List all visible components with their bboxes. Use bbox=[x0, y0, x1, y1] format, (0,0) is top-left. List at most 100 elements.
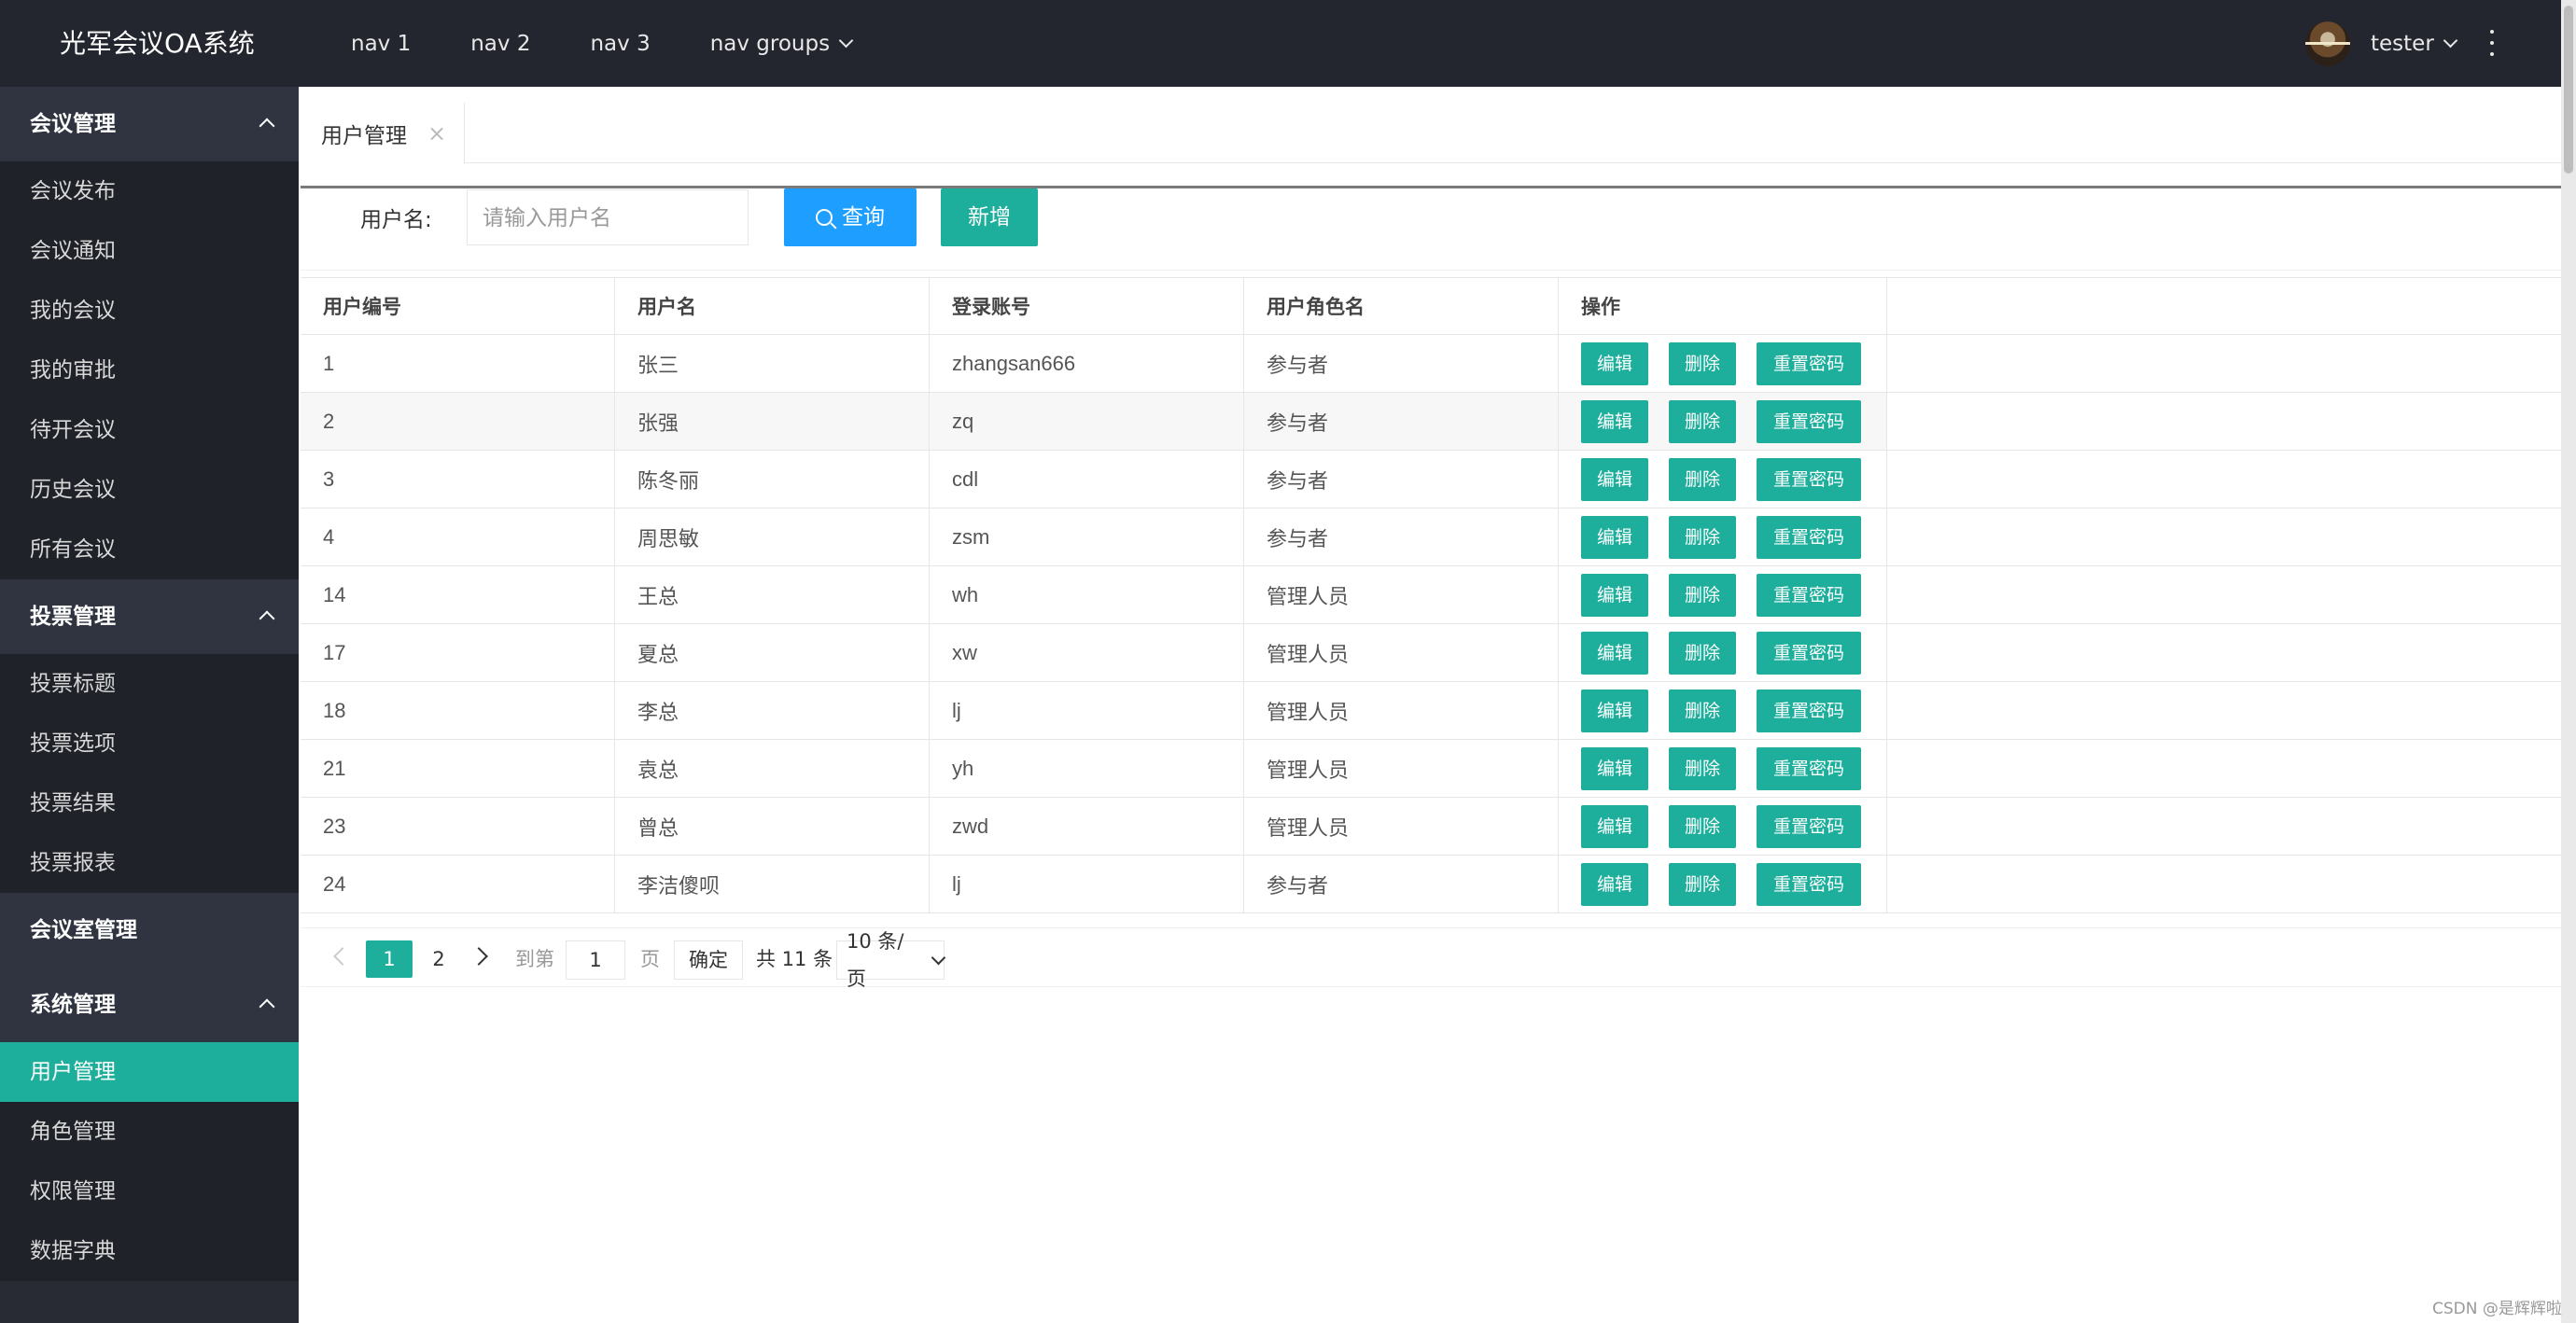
more-vertical-icon[interactable] bbox=[2490, 30, 2496, 56]
edit-button[interactable]: 编辑 bbox=[1581, 804, 1648, 848]
reset-password-button[interactable]: 重置密码 bbox=[1757, 457, 1861, 501]
user-menu[interactable]: tester bbox=[2305, 0, 2458, 87]
vertical-scrollbar[interactable] bbox=[2561, 0, 2576, 1323]
cell-actions: 编辑 删除 重置密码 bbox=[1559, 335, 1887, 392]
reset-password-button[interactable]: 重置密码 bbox=[1757, 804, 1861, 848]
edit-button[interactable]: 编辑 bbox=[1581, 399, 1648, 443]
nav-item-3[interactable]: nav 3 bbox=[590, 0, 650, 87]
reset-password-button[interactable]: 重置密码 bbox=[1757, 862, 1861, 906]
edit-button[interactable]: 编辑 bbox=[1581, 862, 1648, 906]
chevron-up-icon bbox=[259, 610, 275, 627]
edit-button[interactable]: 编辑 bbox=[1581, 457, 1648, 501]
cell-username: 陈冬丽 bbox=[615, 451, 930, 508]
reset-password-button[interactable]: 重置密码 bbox=[1757, 399, 1861, 443]
reset-password-button[interactable]: 重置密码 bbox=[1757, 631, 1861, 675]
delete-button[interactable]: 删除 bbox=[1669, 399, 1736, 443]
nav-item-2[interactable]: nav 2 bbox=[470, 0, 530, 87]
page-button-1[interactable]: 1 bbox=[366, 940, 413, 978]
close-icon[interactable]: × bbox=[427, 120, 446, 146]
reset-password-button[interactable]: 重置密码 bbox=[1757, 515, 1861, 559]
cell-actions: 编辑 删除 重置密码 bbox=[1559, 451, 1887, 508]
sidebar-item-users[interactable]: 用户管理 bbox=[0, 1042, 299, 1102]
nav-groups-dropdown[interactable]: nav groups bbox=[710, 0, 854, 87]
sidebar-item-vote-report[interactable]: 投票报表 bbox=[0, 833, 299, 893]
reset-password-button[interactable]: 重置密码 bbox=[1757, 341, 1861, 385]
edit-button[interactable]: 编辑 bbox=[1581, 341, 1648, 385]
nav-item-1[interactable]: nav 1 bbox=[351, 0, 411, 87]
cell-actions: 编辑 删除 重置密码 bbox=[1559, 624, 1887, 681]
search-icon bbox=[816, 209, 833, 226]
header-username: 用户名 bbox=[615, 278, 930, 334]
prev-page-icon[interactable] bbox=[333, 947, 352, 966]
cell-username: 张三 bbox=[615, 335, 930, 392]
sidebar-item-dictionary[interactable]: 数据字典 bbox=[0, 1221, 299, 1281]
query-button-label: 查询 bbox=[842, 205, 885, 230]
cell-username: 曾总 bbox=[615, 798, 930, 855]
table-row: 18 李总 lj 管理人员 编辑 删除 重置密码 bbox=[301, 682, 2561, 740]
cell-role-name: 管理人员 bbox=[1244, 798, 1559, 855]
sidebar-item-vote-option[interactable]: 投票选项 bbox=[0, 714, 299, 773]
sidebar-item-notice[interactable]: 会议通知 bbox=[0, 221, 299, 281]
user-dropdown[interactable]: tester bbox=[2371, 32, 2458, 56]
sidebar-item-roles[interactable]: 角色管理 bbox=[0, 1102, 299, 1162]
delete-button[interactable]: 删除 bbox=[1669, 804, 1736, 848]
user-table: 用户编号 用户名 登录账号 用户角色名 操作 1 张三 zhangsan666 参与者… bbox=[301, 277, 2561, 913]
cell-user-id: 3 bbox=[301, 451, 615, 508]
edit-button[interactable]: 编辑 bbox=[1581, 573, 1648, 617]
table-row: 3 陈冬丽 cdl 参与者 编辑 删除 重置密码 bbox=[301, 451, 2561, 508]
goto-confirm-button[interactable]: 确定 bbox=[674, 940, 743, 980]
sidebar-item-publish[interactable]: 会议发布 bbox=[0, 161, 299, 221]
query-button[interactable]: 查询 bbox=[784, 188, 917, 246]
delete-button[interactable]: 删除 bbox=[1669, 341, 1736, 385]
avatar bbox=[2305, 21, 2350, 66]
table-row: 14 王总 wh 管理人员 编辑 删除 重置密码 bbox=[301, 566, 2561, 624]
reset-password-button[interactable]: 重置密码 bbox=[1757, 573, 1861, 617]
edit-button[interactable]: 编辑 bbox=[1581, 746, 1648, 790]
sidebar-group-meeting[interactable]: 会议管理 bbox=[0, 87, 299, 161]
cell-login-account: lj bbox=[930, 682, 1244, 739]
goto-page-input[interactable]: 1 bbox=[566, 940, 625, 980]
page-size-select[interactable]: 10 条/页 bbox=[836, 930, 946, 990]
sidebar-item-permissions[interactable]: 权限管理 bbox=[0, 1162, 299, 1221]
edit-button[interactable]: 编辑 bbox=[1581, 689, 1648, 732]
page-button-2[interactable]: 2 bbox=[422, 940, 455, 978]
cell-username: 王总 bbox=[615, 566, 930, 623]
sidebar-item-all[interactable]: 所有会议 bbox=[0, 520, 299, 579]
edit-button[interactable]: 编辑 bbox=[1581, 515, 1648, 559]
total-count: 共 11 条 bbox=[756, 948, 833, 970]
delete-button[interactable]: 删除 bbox=[1669, 573, 1736, 617]
cell-role-name: 参与者 bbox=[1244, 508, 1559, 565]
tab-user-management[interactable]: 用户管理 × bbox=[299, 103, 465, 163]
chevron-up-icon bbox=[259, 118, 275, 134]
reset-password-button[interactable]: 重置密码 bbox=[1757, 746, 1861, 790]
sidebar-item-vote-result[interactable]: 投票结果 bbox=[0, 773, 299, 833]
sidebar-group-system[interactable]: 系统管理 bbox=[0, 968, 299, 1042]
delete-button[interactable]: 删除 bbox=[1669, 689, 1736, 732]
cell-username: 袁总 bbox=[615, 740, 930, 797]
sidebar-item-vote-title[interactable]: 投票标题 bbox=[0, 654, 299, 714]
sidebar-item-pending[interactable]: 待开会议 bbox=[0, 400, 299, 460]
pagination: 1 2 到第 1 页 确定 共 11 条 10 条/页 bbox=[301, 927, 2561, 990]
next-page-icon[interactable] bbox=[469, 947, 488, 966]
reset-password-button[interactable]: 重置密码 bbox=[1757, 689, 1861, 732]
sidebar-item-my-meeting[interactable]: 我的会议 bbox=[0, 281, 299, 341]
username-search-input[interactable]: 请输入用户名 bbox=[467, 189, 749, 245]
cell-actions: 编辑 删除 重置密码 bbox=[1559, 393, 1887, 450]
scrollbar-thumb[interactable] bbox=[2564, 6, 2573, 174]
sidebar-item-my-approval[interactable]: 我的审批 bbox=[0, 341, 299, 400]
header-role-name: 用户角色名 bbox=[1244, 278, 1559, 334]
delete-button[interactable]: 删除 bbox=[1669, 631, 1736, 675]
cell-login-account: zsm bbox=[930, 508, 1244, 565]
cell-user-id: 17 bbox=[301, 624, 615, 681]
goto-label: 到第 bbox=[515, 948, 554, 970]
sidebar-group-vote[interactable]: 投票管理 bbox=[0, 579, 299, 654]
edit-button[interactable]: 编辑 bbox=[1581, 631, 1648, 675]
delete-button[interactable]: 删除 bbox=[1669, 515, 1736, 559]
add-button[interactable]: 新增 bbox=[941, 188, 1038, 246]
sidebar-group-room[interactable]: 会议室管理 bbox=[0, 893, 299, 968]
cell-actions: 编辑 删除 重置密码 bbox=[1559, 566, 1887, 623]
delete-button[interactable]: 删除 bbox=[1669, 457, 1736, 501]
delete-button[interactable]: 删除 bbox=[1669, 746, 1736, 790]
sidebar-item-history[interactable]: 历史会议 bbox=[0, 460, 299, 520]
delete-button[interactable]: 删除 bbox=[1669, 862, 1736, 906]
